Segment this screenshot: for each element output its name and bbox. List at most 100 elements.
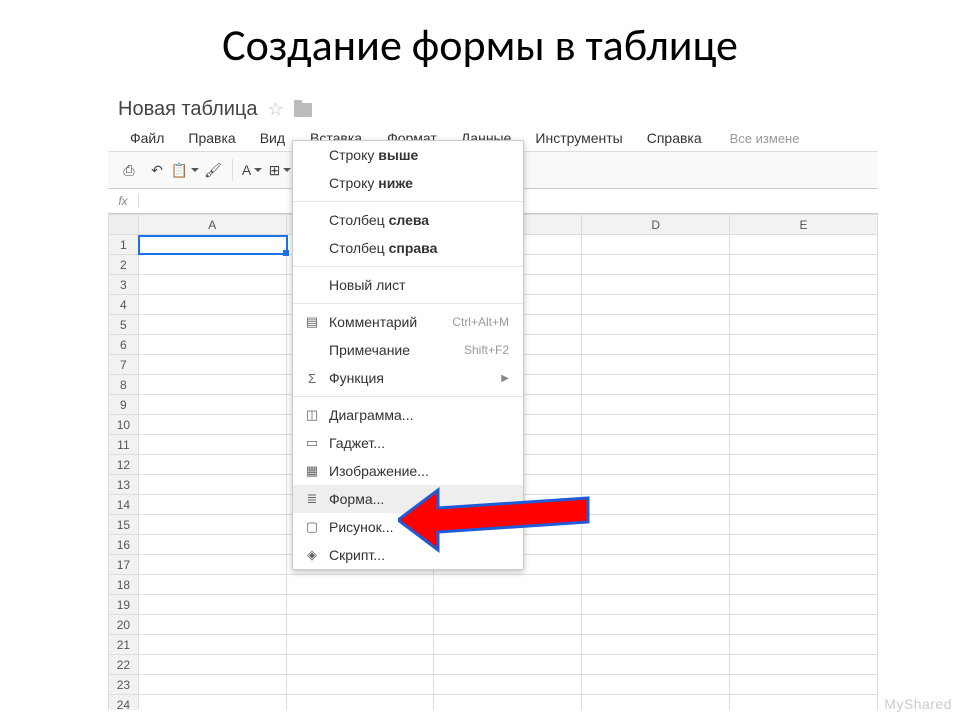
row-header[interactable]: 1 [109, 235, 139, 255]
cell[interactable] [730, 415, 878, 435]
cell[interactable] [138, 695, 286, 711]
cell[interactable] [138, 655, 286, 675]
cell[interactable] [582, 695, 730, 711]
cell[interactable] [434, 595, 582, 615]
row-header[interactable]: 12 [109, 455, 139, 475]
cell[interactable] [138, 495, 286, 515]
cell[interactable] [730, 355, 878, 375]
cell[interactable] [582, 395, 730, 415]
menu-item[interactable]: ≣Форма... [293, 485, 523, 513]
menu-правка[interactable]: Правка [176, 126, 247, 150]
cell[interactable] [434, 635, 582, 655]
cell[interactable] [582, 655, 730, 675]
cell[interactable] [286, 615, 434, 635]
redo-clipboard-icon[interactable]: 📋 [172, 157, 198, 183]
cell[interactable] [730, 315, 878, 335]
select-all-corner[interactable] [109, 215, 139, 235]
cell[interactable] [730, 255, 878, 275]
cell[interactable] [730, 475, 878, 495]
cell[interactable] [138, 595, 286, 615]
row-header[interactable]: 23 [109, 675, 139, 695]
cell[interactable] [582, 415, 730, 435]
cell[interactable] [730, 675, 878, 695]
menu-item[interactable]: Столбец слева [293, 206, 523, 234]
cell[interactable] [582, 635, 730, 655]
cell[interactable] [730, 655, 878, 675]
cell[interactable] [730, 495, 878, 515]
cell[interactable] [730, 455, 878, 475]
column-header[interactable]: E [730, 215, 878, 235]
cell[interactable] [138, 475, 286, 495]
cell[interactable] [434, 675, 582, 695]
cell[interactable] [730, 275, 878, 295]
row-header[interactable]: 11 [109, 435, 139, 455]
column-header[interactable]: D [582, 215, 730, 235]
menu-item[interactable]: Новый лист [293, 271, 523, 299]
row-header[interactable]: 9 [109, 395, 139, 415]
cell[interactable] [138, 555, 286, 575]
cell[interactable] [286, 655, 434, 675]
row-header[interactable]: 20 [109, 615, 139, 635]
row-header[interactable]: 22 [109, 655, 139, 675]
cell[interactable] [138, 635, 286, 655]
cell[interactable] [730, 375, 878, 395]
cell[interactable] [138, 435, 286, 455]
cell[interactable] [582, 335, 730, 355]
cell[interactable] [582, 515, 730, 535]
cell[interactable] [138, 375, 286, 395]
cell[interactable] [434, 575, 582, 595]
menu-item[interactable]: ▢Рисунок... [293, 513, 523, 541]
cell[interactable] [286, 575, 434, 595]
row-header[interactable]: 17 [109, 555, 139, 575]
cell[interactable] [138, 415, 286, 435]
cell[interactable] [730, 335, 878, 355]
cell[interactable] [582, 455, 730, 475]
row-header[interactable]: 19 [109, 595, 139, 615]
cell[interactable] [138, 615, 286, 635]
undo-icon[interactable]: ↶ [144, 157, 170, 183]
menu-item[interactable]: ◫Диаграмма... [293, 401, 523, 429]
row-header[interactable]: 24 [109, 695, 139, 711]
cell[interactable] [286, 675, 434, 695]
cell[interactable] [138, 515, 286, 535]
cell[interactable] [582, 255, 730, 275]
cell[interactable] [286, 635, 434, 655]
cell[interactable] [730, 695, 878, 711]
menu-вид[interactable]: Вид [248, 126, 297, 150]
row-header[interactable]: 15 [109, 515, 139, 535]
cell[interactable] [138, 275, 286, 295]
cell[interactable] [138, 255, 286, 275]
cell[interactable] [582, 375, 730, 395]
column-header[interactable]: A [138, 215, 286, 235]
cell[interactable] [138, 575, 286, 595]
cell[interactable] [138, 535, 286, 555]
cell[interactable] [730, 235, 878, 255]
cell[interactable] [138, 675, 286, 695]
cell[interactable] [582, 295, 730, 315]
cell[interactable] [730, 515, 878, 535]
row-header[interactable]: 7 [109, 355, 139, 375]
cell[interactable] [582, 555, 730, 575]
menu-item[interactable]: ▤КомментарийCtrl+Alt+M [293, 308, 523, 336]
cell[interactable] [138, 295, 286, 315]
cell[interactable] [730, 295, 878, 315]
row-header[interactable]: 4 [109, 295, 139, 315]
row-header[interactable]: 14 [109, 495, 139, 515]
print-icon[interactable]: ⎙ [116, 157, 142, 183]
cell[interactable] [582, 275, 730, 295]
menu-инструменты[interactable]: Инструменты [523, 126, 634, 150]
cell[interactable] [582, 315, 730, 335]
menu-item[interactable]: ПримечаниеShift+F2 [293, 336, 523, 364]
cell[interactable] [582, 355, 730, 375]
cell[interactable] [582, 675, 730, 695]
cell[interactable] [582, 495, 730, 515]
star-icon[interactable]: ☆ [268, 99, 284, 120]
cell[interactable] [138, 315, 286, 335]
cell[interactable] [730, 615, 878, 635]
menu-item[interactable]: ▦Изображение... [293, 457, 523, 485]
cell[interactable] [138, 235, 286, 255]
cell[interactable] [730, 555, 878, 575]
cell[interactable] [434, 655, 582, 675]
document-title[interactable]: Новая таблица [118, 98, 258, 121]
all-changes-saved[interactable]: Все измене [730, 131, 800, 146]
